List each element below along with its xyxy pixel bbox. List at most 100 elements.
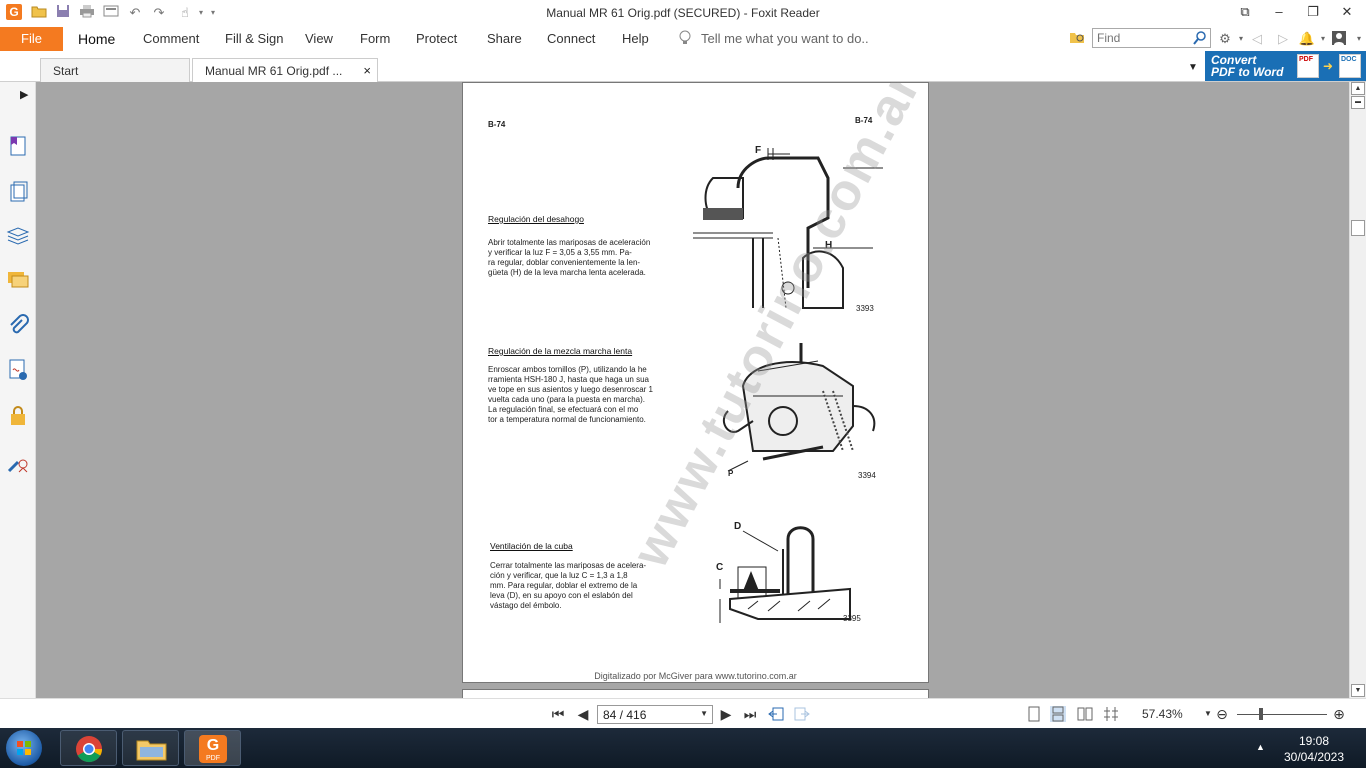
scroll-down-button[interactable]: ▼ <box>1351 684 1365 697</box>
restore-button[interactable]: ❐ <box>1298 2 1328 22</box>
tab-fill-sign[interactable]: Fill & Sign <box>225 31 284 46</box>
next-pdf-page <box>462 689 929 698</box>
section-title-desahogo: Regulación del desahogo <box>488 214 584 224</box>
continuous-facing-view-icon[interactable] <box>1103 706 1119 722</box>
clock[interactable]: 19:08 30/04/2023 <box>1278 733 1350 765</box>
figure-number-3395: 3395 <box>843 614 861 623</box>
figure-label-d: D <box>734 521 742 532</box>
scroll-page-up-button[interactable]: ▬ <box>1351 96 1365 109</box>
continuous-view-icon[interactable] <box>1050 706 1066 722</box>
folder-icon <box>136 740 167 761</box>
last-page-icon[interactable]: ⏭ <box>742 706 758 722</box>
next-page-icon[interactable]: ▶ <box>718 706 734 722</box>
status-bar: ⏮ ◀ 84 / 416 ▼ ▶ ⏭ 57.43% ▼ ⊖ ⊕ <box>0 698 1366 728</box>
attachments-icon[interactable] <box>6 314 30 338</box>
scroll-thumb[interactable] <box>1351 220 1365 236</box>
tab-connect[interactable]: Connect <box>547 31 595 46</box>
user-account-icon[interactable] <box>1330 30 1348 48</box>
previous-page-icon[interactable]: ◀ <box>575 706 591 722</box>
tab-help[interactable]: Help <box>622 31 649 46</box>
page-number-field[interactable]: 84 / 416 ▼ <box>597 705 713 724</box>
zoom-out-icon[interactable]: ⊖ <box>1214 706 1230 722</box>
account-dropdown-icon[interactable]: ▾ <box>1350 30 1366 48</box>
tab-document[interactable]: Manual MR 61 Orig.pdf ... × <box>192 58 378 82</box>
next-view-icon[interactable] <box>794 706 810 722</box>
arrow-icon: ➜ <box>1323 59 1334 73</box>
zoom-level[interactable]: 57.43% <box>1142 707 1183 721</box>
tell-me-search[interactable]: Tell me what you want to do.. <box>701 31 869 46</box>
find-field[interactable] <box>1092 28 1211 48</box>
figure-number-3393: 3393 <box>856 304 874 313</box>
section-title-ventilacion: Ventilación de la cuba <box>490 541 573 551</box>
section-text-mezcla: Enroscar ambos tornillos (P), utilizando… <box>488 365 653 424</box>
tab-comment[interactable]: Comment <box>143 31 199 46</box>
find-input[interactable] <box>1097 30 1193 46</box>
destinations-icon[interactable] <box>6 450 30 474</box>
zoom-in-icon[interactable]: ⊕ <box>1331 706 1347 722</box>
close-tab-icon[interactable]: × <box>363 63 371 78</box>
figure-label-c: C <box>716 562 724 573</box>
previous-view-icon[interactable] <box>768 706 784 722</box>
bookmarks-icon[interactable] <box>6 134 30 158</box>
title-bar: G ↶ ↷ ☝ ▾ ▾ Manual MR 61 Orig.pdf (SECUR… <box>0 0 1366 26</box>
facing-view-icon[interactable] <box>1077 706 1093 722</box>
convert-line2: PDF to Word <box>1211 65 1284 79</box>
show-hidden-icons[interactable]: ▲ <box>1256 742 1265 752</box>
document-tab-bar: Start Manual MR 61 Orig.pdf ... × ▼ <box>0 54 1366 82</box>
window-title: Manual MR 61 Orig.pdf (SECURED) - Foxit … <box>546 6 820 20</box>
figure-number-3394: 3394 <box>858 471 876 480</box>
chrome-icon <box>76 736 103 763</box>
first-page-icon[interactable]: ⏮ <box>550 706 566 722</box>
windows-start-button[interactable] <box>6 730 42 766</box>
close-window-button[interactable]: ✕ <box>1332 2 1362 22</box>
section-text-desahogo: Abrir totalmente las mariposas de aceler… <box>488 238 651 277</box>
ribbon: File Home Comment Fill & Sign View Form … <box>0 26 1366 54</box>
next-result-icon[interactable]: ▷ <box>1274 30 1292 48</box>
search-folder-icon[interactable] <box>1068 30 1086 48</box>
tab-share[interactable]: Share <box>487 31 522 46</box>
minimize-button[interactable]: – <box>1264 2 1294 22</box>
taskbar-foxit[interactable]: G PDF <box>184 730 241 766</box>
windows-taskbar: G PDF ▲ 19:08 30/04/2023 <box>0 728 1366 768</box>
page-label-left: B-74 <box>488 120 506 129</box>
lightbulb-icon <box>679 30 691 44</box>
tab-list-dropdown-icon[interactable]: ▼ <box>1188 62 1198 73</box>
document-viewer[interactable]: B-74 B-74 Regulación del desahogo Abrir … <box>36 82 1349 698</box>
ribbon-display-icon[interactable]: ⧉ <box>1230 2 1260 22</box>
pages-icon[interactable] <box>6 180 30 204</box>
tab-protect[interactable]: Protect <box>416 31 457 46</box>
tab-document-label: Manual MR 61 Orig.pdf ... <box>205 64 343 78</box>
figure-label-f: F <box>755 145 762 156</box>
expand-panel-icon[interactable]: ▶ <box>20 88 28 101</box>
clock-date: 30/04/2023 <box>1283 750 1345 764</box>
page-footer: Digitalizado por McGiver para www.tutori… <box>594 671 797 681</box>
tab-home[interactable]: Home <box>78 31 115 47</box>
single-page-view-icon[interactable] <box>1026 706 1042 722</box>
page-dropdown-icon[interactable]: ▼ <box>700 709 708 718</box>
security-lock-icon[interactable] <box>6 404 30 428</box>
tab-view[interactable]: View <box>305 31 333 46</box>
previous-result-icon[interactable]: ◁ <box>1248 30 1266 48</box>
tab-start[interactable]: Start <box>40 58 190 82</box>
pdf-file-icon: PDF <box>1297 54 1319 78</box>
tab-form[interactable]: Form <box>360 31 390 46</box>
navigation-panel: ▶ <box>0 82 39 698</box>
zoom-slider[interactable] <box>1237 714 1327 715</box>
layers-icon[interactable] <box>6 224 30 248</box>
clock-time: 19:08 <box>1298 734 1330 748</box>
search-icon[interactable] <box>1193 31 1207 45</box>
taskbar-chrome[interactable] <box>60 730 117 766</box>
pdf-page: B-74 B-74 Regulación del desahogo Abrir … <box>462 82 932 683</box>
zoom-slider-knob[interactable] <box>1259 708 1263 720</box>
scroll-up-button[interactable]: ▲ <box>1351 82 1365 95</box>
file-tab[interactable]: File <box>0 27 63 51</box>
taskbar-explorer[interactable] <box>122 730 179 766</box>
comments-icon[interactable] <box>6 268 30 292</box>
section-text-ventilacion: Cerrar totalmente las mariposas de acele… <box>490 561 647 610</box>
figure-3395-float-vent <box>719 526 851 623</box>
section-title-mezcla: Regulación de la mezcla marcha lenta <box>488 346 633 356</box>
vertical-scrollbar[interactable]: ▲ ▬ ▼ <box>1349 82 1366 698</box>
doc-file-icon: DOC <box>1339 54 1361 78</box>
signatures-icon[interactable] <box>6 358 30 382</box>
convert-pdf-to-word-banner[interactable]: Convert PDF to Word PDF ➜ DOC <box>1205 51 1366 81</box>
